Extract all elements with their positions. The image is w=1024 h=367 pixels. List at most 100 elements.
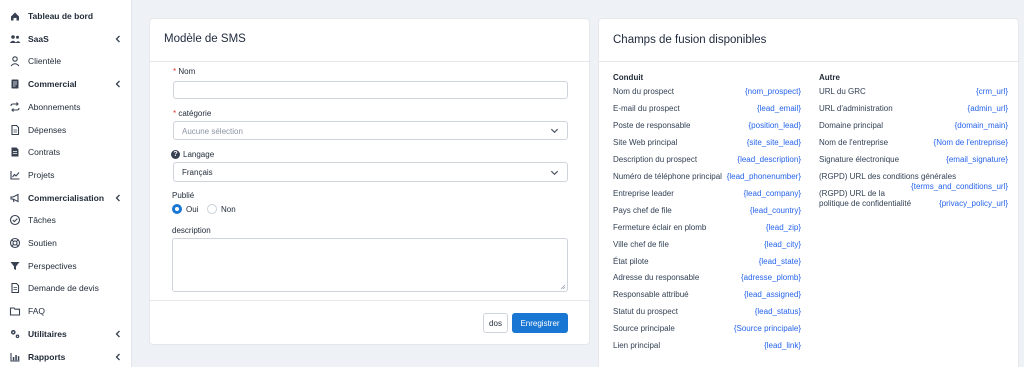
home-icon <box>11 12 19 21</box>
merge-field-key[interactable]: {crm_url} <box>976 87 1008 96</box>
merge-field-label: (RGPD) URL de la politique de confidenti… <box>819 189 912 208</box>
sidebar-item-faq[interactable]: FAQ <box>0 301 132 321</box>
chart-icon <box>10 170 20 180</box>
merge-field-key[interactable]: {lead_company} <box>744 189 801 198</box>
sidebar-item-taches[interactable]: Tâches <box>0 210 132 230</box>
merge-field-label: État pilote <box>613 256 649 266</box>
sidebar-item-clientele[interactable]: Clientèle <box>0 51 132 71</box>
sidebar-item-label: Abonnements <box>28 101 81 112</box>
sidebar-item-abonnements[interactable]: Abonnements <box>0 97 132 117</box>
merge-field-label: Nom de l'entreprise <box>819 137 889 147</box>
published-no-radio[interactable] <box>207 204 217 214</box>
back-button[interactable]: dos <box>483 313 508 333</box>
merge-field-key[interactable]: {nom_prospect} <box>745 87 801 96</box>
sidebar-item-label: Soutien <box>28 238 57 248</box>
sidebar-item-label: Utilitaires <box>28 328 67 339</box>
megaphone-icon <box>10 193 19 202</box>
chevron-left-icon[interactable] <box>114 352 122 362</box>
sidebar-item-label: Projets <box>28 169 55 180</box>
users-icon <box>9 34 21 43</box>
sidebar-item-label: Rapports <box>28 351 66 362</box>
funnel-icon <box>10 261 20 270</box>
merge-field-key[interactable]: {lead_assigned} <box>744 290 801 299</box>
chevron-left-icon[interactable] <box>114 34 122 44</box>
merge-field-label: Lien principal <box>613 341 661 351</box>
page-icon <box>11 283 20 294</box>
merge-field-label: Fermeture éclair en plomb <box>613 222 707 232</box>
merge-field-key[interactable]: {lead_link} <box>764 341 801 350</box>
sidebar-item-projets[interactable]: Projets <box>0 165 132 185</box>
published-yes-label[interactable]: Oui <box>186 205 198 214</box>
language-select-value: Français <box>182 168 213 177</box>
merge-field-key[interactable]: {lead_state} <box>759 257 801 266</box>
sidebar-item-soutien[interactable]: Soutien <box>0 233 132 253</box>
sidebar-item-utilitaires[interactable]: Utilitaires <box>0 324 132 344</box>
chevron-left-icon[interactable] <box>114 79 122 89</box>
sidebar-item-commercialisation[interactable]: Commercialisation <box>0 188 132 208</box>
sidebar-item-label: Tableau de bord <box>28 11 94 21</box>
category-required-mark: * <box>173 109 177 118</box>
sidebar-item-commercial[interactable]: Commercial <box>0 74 132 94</box>
name-required-mark: * <box>173 67 177 76</box>
merge-field-label: Numéro de téléphone principal <box>613 171 722 181</box>
merge-field-label: URL du GRC <box>819 87 866 96</box>
merge-field-label: Responsable attribué <box>613 290 689 300</box>
user-icon <box>10 56 20 67</box>
sidebar-item-label: Demande de devis <box>28 283 99 294</box>
sidebar-item-label: Commercial <box>28 79 77 90</box>
resize-handle-icon[interactable] <box>560 284 566 290</box>
merge-field-key[interactable]: {terms_and_conditions_url} <box>911 182 1008 191</box>
merge-field-key[interactable]: {email_signature} <box>946 155 1008 164</box>
sidebar-item-demande-de-devis[interactable]: Demande de devis <box>0 278 132 298</box>
sidebar-item-tableau-de-bord[interactable]: Tableau de bord <box>0 6 132 26</box>
merge-field-key[interactable]: {Source principale} <box>734 324 801 333</box>
sidebar-item-contrats[interactable]: Contrats <box>0 142 132 162</box>
sidebar-item-label: Dépenses <box>28 124 67 135</box>
merge-field-key[interactable]: {Nom de l'entreprise} <box>934 138 1008 147</box>
chevron-left-icon[interactable] <box>114 329 122 339</box>
merge-field-key[interactable]: {lead_city} <box>764 240 801 249</box>
merge-field-key[interactable]: {adresse_plomb} <box>741 273 801 282</box>
merge-field-label: URL d'administration <box>819 103 893 113</box>
category-label: * catégorie <box>173 109 211 118</box>
merge-field-label: (RGPD) URL des conditions générales <box>819 172 957 181</box>
file-icon <box>11 124 20 135</box>
receipt-icon <box>11 79 19 89</box>
merge-field-key[interactable]: {lead_zip} <box>766 223 801 232</box>
chevron-down-icon <box>550 170 559 176</box>
category-select[interactable]: Aucune sélection <box>173 121 568 140</box>
other-section-title: Autre <box>819 73 840 82</box>
language-select[interactable]: Français <box>173 162 568 182</box>
sidebar-item-saas[interactable]: SaaS <box>0 29 132 49</box>
chevron-down-icon <box>550 128 559 134</box>
published-yes-radio[interactable] <box>172 204 182 214</box>
merge-field-label: E-mail du prospect <box>613 103 680 113</box>
published-no-label[interactable]: Non <box>221 205 236 214</box>
merge-field-key[interactable]: {site_site_lead} <box>747 138 801 147</box>
folder-icon <box>9 307 21 316</box>
merge-field-key[interactable]: {lead_status} <box>755 307 801 316</box>
merge-field-key[interactable]: {position_lead} <box>749 121 802 130</box>
merge-field-key[interactable]: {lead_country} <box>750 206 801 215</box>
chevron-left-icon[interactable] <box>114 193 122 203</box>
merge-field-key[interactable]: {lead_email} <box>757 104 801 113</box>
sidebar-item-depenses[interactable]: Dépenses <box>0 120 132 140</box>
description-textarea[interactable] <box>172 238 568 292</box>
sidebar-item-rapports[interactable]: Rapports <box>0 347 132 367</box>
merge-field-label: Statut du prospect <box>613 307 678 317</box>
merge-field-key[interactable]: {lead_description} <box>737 155 801 164</box>
merge-field-key[interactable]: {lead_phonenumber} <box>727 172 801 181</box>
published-label: Publié <box>172 191 195 200</box>
lead-section-title: Conduit <box>613 73 644 82</box>
save-button[interactable]: Enregistrer <box>512 313 568 333</box>
repeat-icon <box>10 101 20 112</box>
name-input[interactable] <box>173 81 568 99</box>
merge-fields-title: Champs de fusion disponibles <box>613 34 767 46</box>
form-title: Modèle de SMS <box>164 33 246 45</box>
merge-field-key[interactable]: {domain_main} <box>955 121 1008 130</box>
merge-field-key[interactable]: {admin_url} <box>968 104 1008 113</box>
form-footer-divider <box>150 300 591 301</box>
merge-field-label: Site Web principal <box>613 137 678 147</box>
merge-field-key[interactable]: {privacy_policy_url} <box>939 199 1008 208</box>
sidebar-item-perspectives[interactable]: Perspectives <box>0 256 132 276</box>
